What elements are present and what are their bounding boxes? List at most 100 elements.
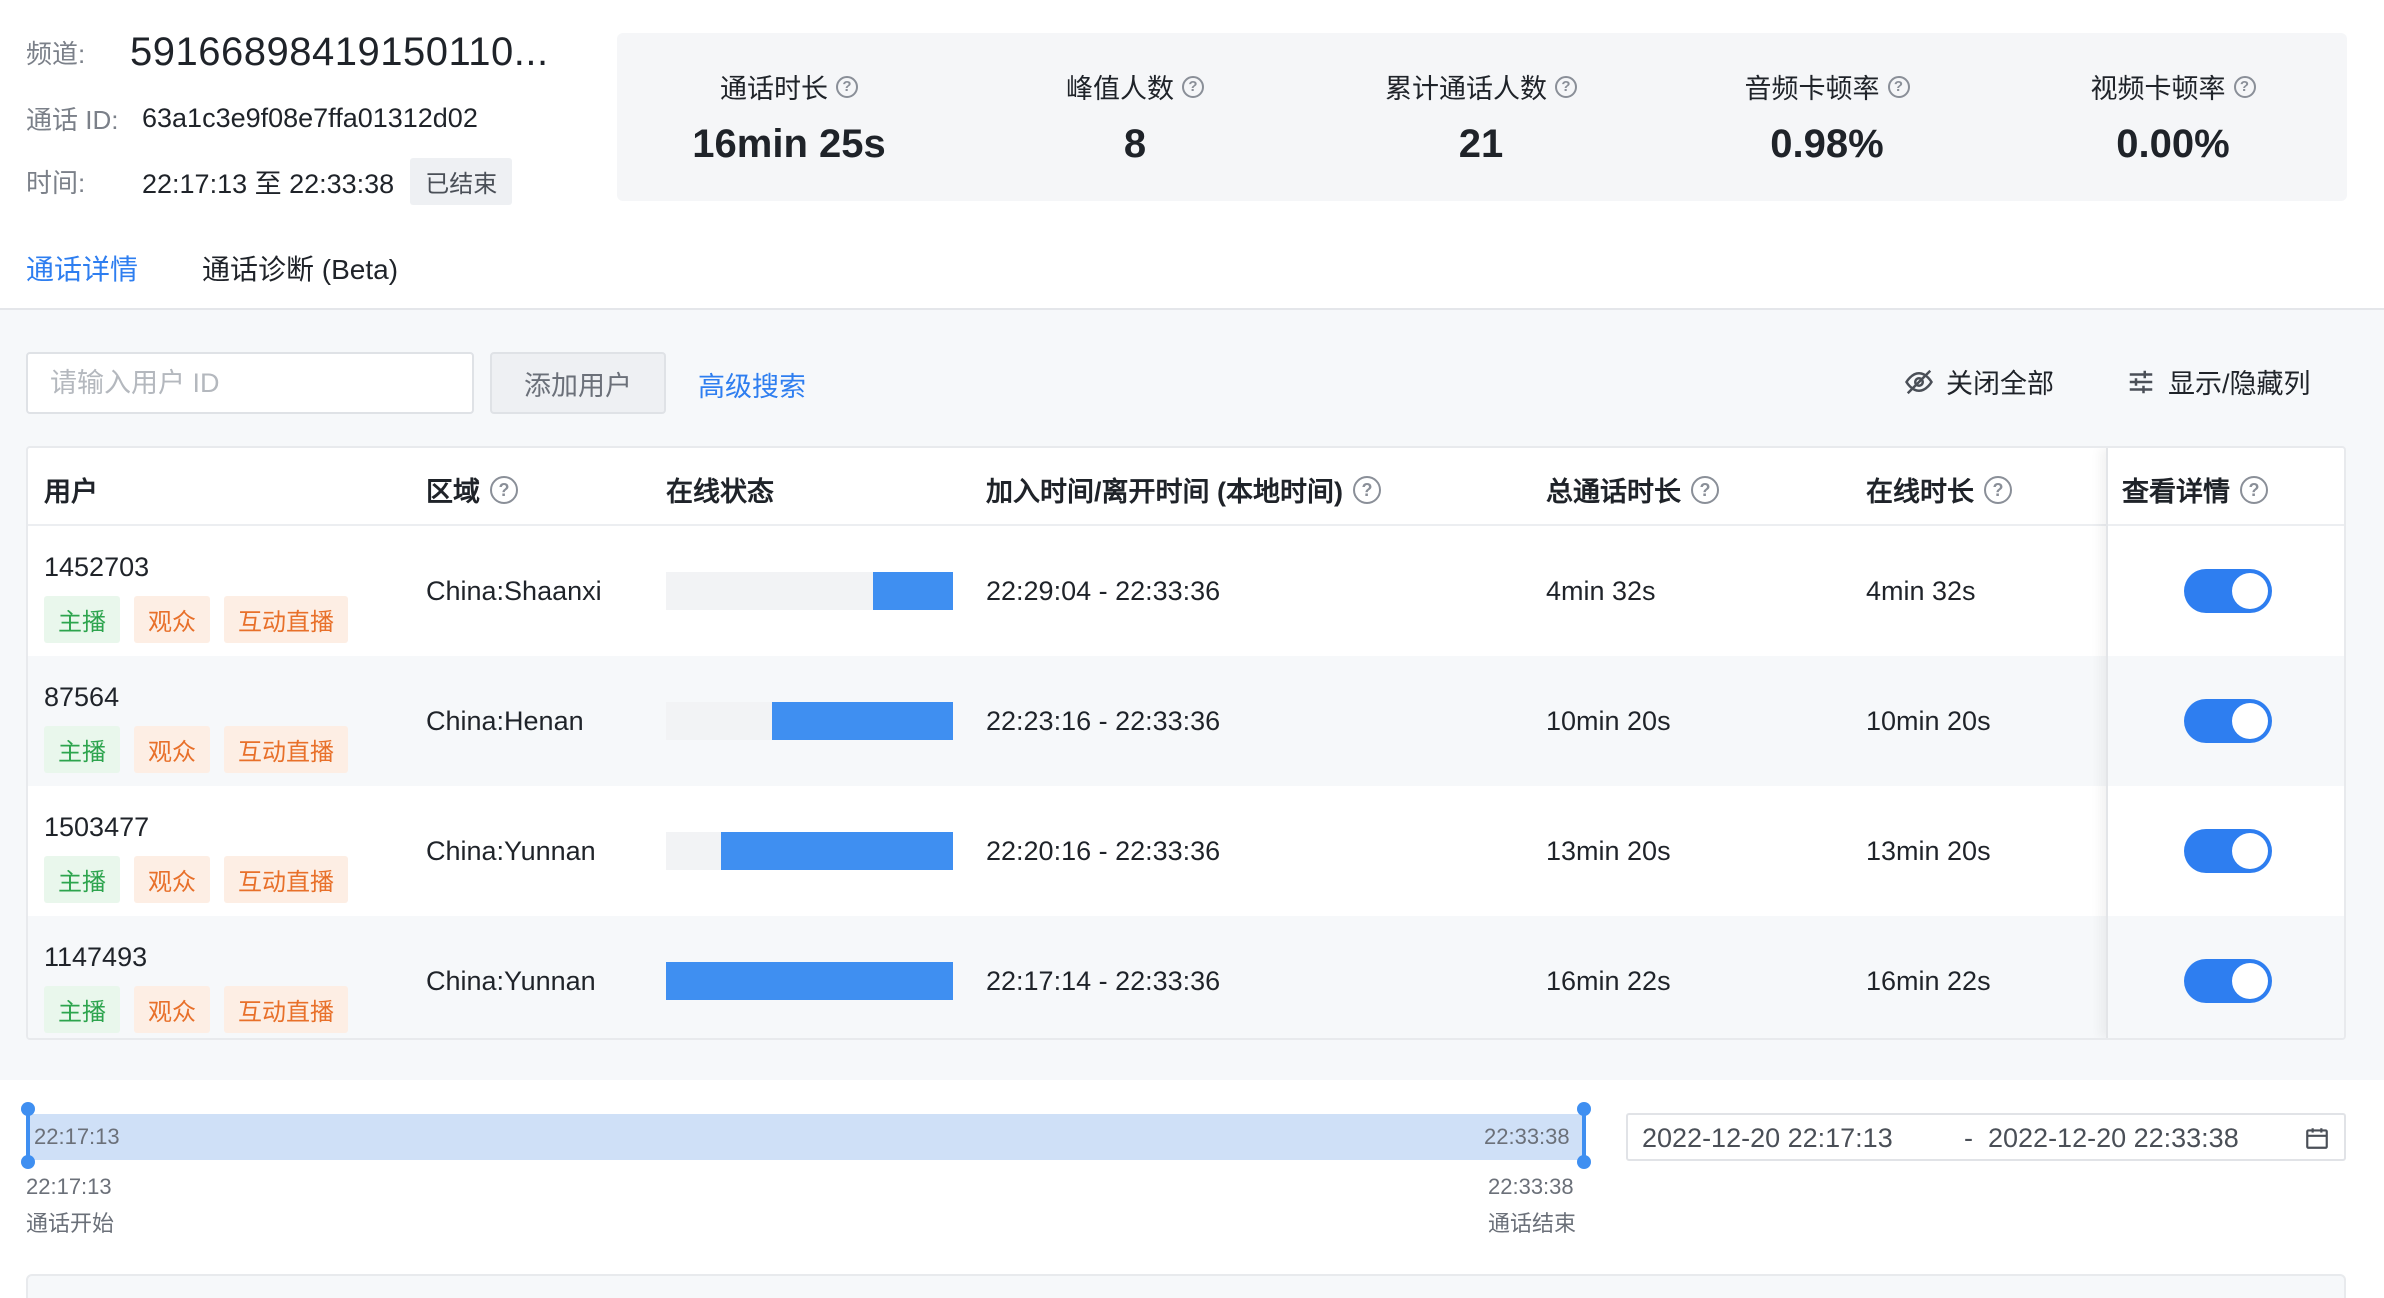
online-status-fill [772,702,953,740]
date-range-start[interactable]: 2022-12-20 22:17:13 [1642,1123,1893,1154]
show-hide-columns-button[interactable]: 显示/隐藏列 [2126,362,2311,401]
timeline-range-end: 22:33:38 [1484,1124,1570,1149]
stat-call-duration: 通话时长? 16min 25s [619,67,959,167]
timeline-end-dot[interactable] [1577,1102,1591,1116]
region: China:Yunnan [426,836,596,866]
tag-host: 主播 [44,986,120,1033]
total-duration: 10min 20s [1546,706,1671,736]
question-circle-icon[interactable]: ? [1182,75,1204,98]
eye-slash-icon [1905,369,1933,394]
stat-label: 峰值人数 [1066,74,1174,104]
question-circle-icon[interactable]: ? [1353,475,1381,504]
timeline-end-dot[interactable] [1577,1155,1591,1169]
timeline-start-time: 22:17:13 [26,1174,112,1199]
stat-label: 视频卡顿率 [2090,74,2226,104]
header-join-leave-label: 加入时间/离开时间 (本地时间) [986,477,1343,507]
bottom-card [26,1274,2346,1298]
online-status-bar [666,572,953,610]
online-duration: 13min 20s [1866,836,1991,866]
question-circle-icon[interactable]: ? [490,475,518,504]
time-label: 时间: [26,168,86,198]
timeline-end-time: 22:33:38 [1488,1174,1574,1199]
join-leave-time: 22:17:14 - 22:33:36 [986,966,1221,996]
details-fixed-column [2106,448,2344,1038]
time-row: 时间: 22:17:13 至 22:33:38 已结束 [26,158,513,205]
timeline-start-dot[interactable] [21,1102,35,1116]
stat-value: 16min 25s [692,122,886,166]
timeline-start-dot[interactable] [21,1155,35,1169]
total-duration: 4min 32s [1546,576,1656,606]
tab-call-diagnosis[interactable]: 通话诊断 (Beta) [202,248,398,310]
header-region-label: 区域 [426,477,480,507]
question-circle-icon[interactable]: ? [1887,75,1910,98]
call-id-row: 通话 ID: 63a1c3e9f08e7ffa01312d02 [26,100,478,137]
question-circle-icon[interactable]: ? [836,75,858,98]
role-tags: 主播 观众 互动直播 [44,726,348,773]
join-leave-time: 22:29:04 - 22:33:36 [986,576,1221,606]
online-status-bar [666,832,953,870]
stat-video-freeze: 视频卡顿率? 0.00% [2003,67,2343,167]
sliders-icon [2129,370,2153,393]
question-circle-icon[interactable]: ? [1691,475,1719,504]
header-online-duration: 在线时长? [1866,470,2012,509]
tag-host: 主播 [44,726,120,773]
stat-label: 音频卡顿率 [1744,74,1880,104]
question-circle-icon[interactable]: ? [2233,75,2256,98]
stat-value: 8 [1123,122,1147,166]
stats-panel: 通话时长? 16min 25s 峰值人数? 8 累计通话人数? 21 音频卡顿率… [617,33,2347,201]
date-range-picker[interactable]: 2022-12-20 22:17:13 - 2022-12-20 22:33:3… [1626,1113,2346,1161]
add-user-button[interactable]: 添加用户 [490,352,666,414]
stat-value: 21 [1458,122,1504,166]
header-total-duration-label: 总通话时长 [1546,477,1681,507]
role-tags: 主播 观众 互动直播 [44,986,348,1033]
call-id-label: 通话 ID: [26,105,119,135]
header-online-status: 在线状态 [666,470,774,509]
stat-label: 累计通话人数 [1385,74,1547,104]
header-total-duration: 总通话时长? [1546,470,1719,509]
advanced-search-link[interactable]: 高级搜索 [698,365,806,404]
online-status-fill [666,962,953,1000]
date-range-separator: - [1964,1123,1973,1153]
date-range-end[interactable]: 2022-12-20 22:33:38 [1988,1123,2239,1154]
stat-total-users: 累计通话人数? 21 [1311,67,1651,167]
online-duration: 10min 20s [1866,706,1991,736]
stat-value: 0.00% [2116,122,2230,166]
user-id: 1503477 [44,812,150,842]
channel-label: 频道: [26,39,86,69]
tag-audience: 观众 [134,856,210,903]
calendar-icon[interactable] [2304,1125,2330,1151]
timeline-range-start: 22:17:13 [34,1124,120,1149]
region: China:Henan [426,706,584,736]
header-user: 用户 [44,470,98,509]
stat-label: 通话时长 [720,74,828,104]
header-join-leave: 加入时间/离开时间 (本地时间)? [986,470,1381,509]
table-row: 1452703 主播 观众 互动直播 China:Shaanxi 22:29:0… [28,526,2344,656]
timeline-range-track[interactable] [28,1114,1584,1160]
status-badge: 已结束 [410,158,513,205]
question-circle-icon[interactable]: ? [1555,75,1577,98]
tab-bar: 通话详情 通话诊断 (Beta) [0,230,2384,314]
header-online-status-label: 在线状态 [666,477,774,507]
total-duration: 16min 22s [1546,966,1671,996]
online-status-fill [872,572,953,610]
tag-interactive-live: 互动直播 [224,726,348,773]
role-tags: 主播 观众 互动直播 [44,856,348,903]
timeline-end-label: 通话结束 [1488,1211,1577,1236]
tab-call-details[interactable]: 通话详情 [26,248,139,314]
close-all-label: 关闭全部 [1946,369,2054,399]
table-row: 1147493 主播 观众 互动直播 China:Yunnan 22:17:14… [28,916,2344,1038]
question-circle-icon[interactable]: ? [1984,475,2012,504]
stat-audio-freeze: 音频卡顿率? 0.98% [1657,67,1997,167]
total-duration: 13min 20s [1546,836,1671,866]
tag-interactive-live: 互动直播 [224,986,348,1033]
region: China:Yunnan [426,966,596,996]
close-all-button[interactable]: 关闭全部 [1904,362,2054,401]
timeline-start-label: 通话开始 [26,1211,115,1236]
region: China:Shaanxi [426,576,602,606]
tag-interactive-live: 互动直播 [224,596,348,643]
online-status-bar [666,702,953,740]
tag-host: 主播 [44,596,120,643]
table-header: 用户 区域? 在线状态 加入时间/离开时间 (本地时间)? 总通话时长? 在线时… [28,448,2344,526]
user-id-search-input[interactable] [26,352,474,414]
show-hide-columns-label: 显示/隐藏列 [2168,369,2311,399]
